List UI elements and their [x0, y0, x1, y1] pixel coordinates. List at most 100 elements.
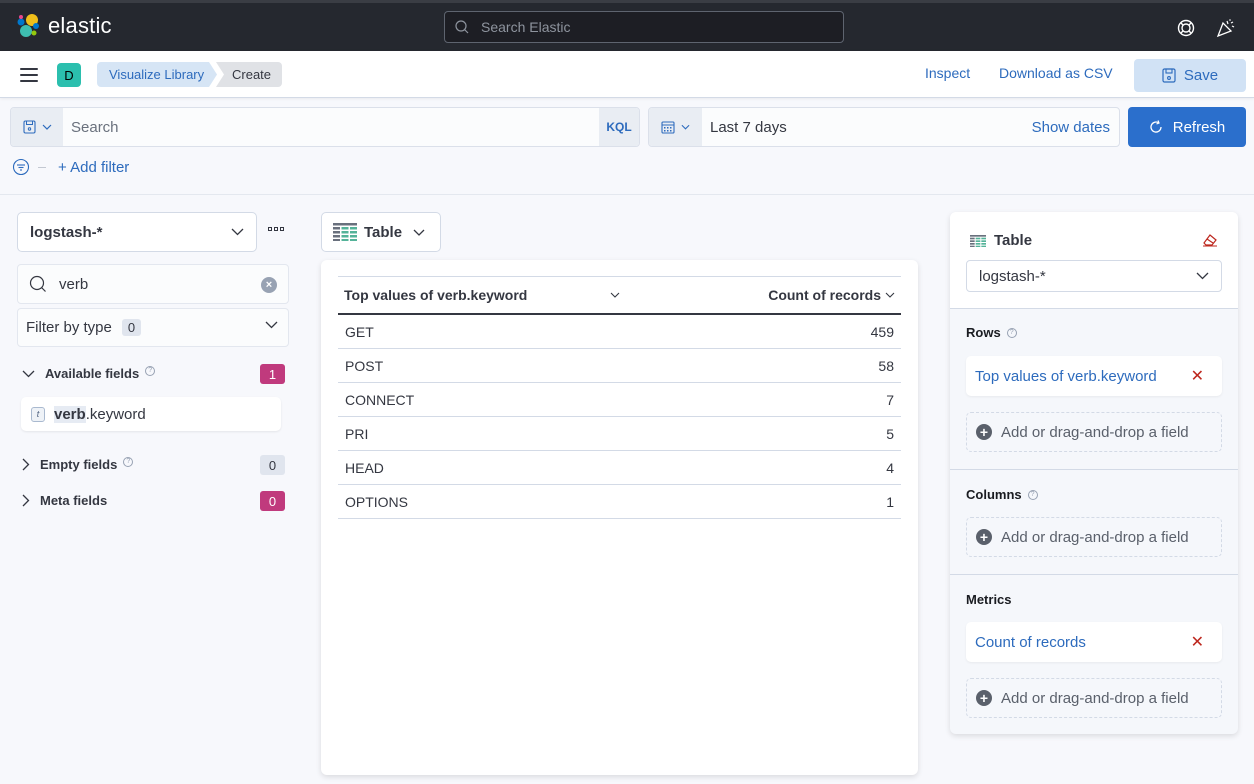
empty-fields-count: 0: [260, 455, 285, 475]
meta-fields-count: 0: [260, 491, 285, 511]
layer-title: Table: [970, 232, 1032, 249]
column-header-label: Count of records: [768, 287, 881, 303]
field-item-verb-keyword[interactable]: t verb .keyword: [21, 397, 281, 431]
space-avatar[interactable]: D: [57, 63, 81, 87]
metrics-dimension-button[interactable]: Count of records ✕: [966, 622, 1222, 662]
columns-section: Columns? + Add or drag-and-drop a field: [950, 470, 1238, 575]
chevron-right-icon: [22, 458, 30, 471]
filter-by-type-button[interactable]: Filter by type 0: [17, 308, 289, 347]
index-pattern-select[interactable]: logstash-*: [17, 212, 257, 252]
rows-dimension-label: Top values of verb.keyword: [975, 367, 1157, 385]
more-options-button[interactable]: [268, 227, 284, 231]
table-row: CONNECT 7: [338, 383, 901, 417]
chevron-down-icon[interactable]: [885, 292, 895, 298]
date-picker: Last 7 days Show dates: [648, 107, 1120, 147]
query-language-button[interactable]: KQL: [599, 108, 639, 146]
cell-verb: HEAD: [345, 459, 384, 476]
chevron-down-icon: [42, 124, 51, 130]
help-lifebuoy-icon[interactable]: [1176, 18, 1196, 38]
visualization-type-switcher[interactable]: Table: [321, 212, 441, 252]
cell-count: 1: [886, 493, 894, 510]
metrics-label: Metrics: [966, 592, 1012, 607]
table-header: Top values of verb.keyword Count of reco…: [338, 277, 901, 315]
vis-type-label: Table: [364, 223, 403, 241]
elastic-logo[interactable]: elastic: [16, 13, 112, 39]
layer-config-panel: Table logstash-* Rows? Top values of ver…: [950, 212, 1238, 734]
layer-title-label: Table: [994, 232, 1033, 249]
field-search-input[interactable]: [59, 275, 249, 293]
saved-query-menu-button[interactable]: [11, 108, 63, 146]
column-header-label: Top values of verb.keyword: [344, 287, 528, 303]
save-icon: [1162, 68, 1176, 83]
app-header: D Visualize Library Create Inspect Downl…: [0, 51, 1254, 98]
available-fields-count: 1: [260, 364, 285, 384]
cell-count: 5: [886, 425, 894, 442]
chevron-down-icon: [681, 124, 690, 130]
search-icon: [455, 20, 469, 34]
cell-count: 7: [886, 391, 894, 408]
field-search[interactable]: ×: [17, 264, 289, 304]
global-header: elastic: [0, 0, 1254, 51]
remove-dimension-icon[interactable]: ✕: [1191, 632, 1204, 652]
metrics-add-field-button[interactable]: + Add or drag-and-drop a field: [966, 678, 1222, 718]
search-icon: [29, 275, 46, 292]
add-filter-button[interactable]: + Add filter: [58, 159, 129, 176]
newsfeed-party-icon[interactable]: [1216, 18, 1236, 38]
add-field-label: Add or drag-and-drop a field: [1001, 423, 1189, 441]
columns-label: Columns?: [966, 487, 1038, 503]
help-icon: ?: [145, 365, 156, 376]
rows-dimension-button[interactable]: Top values of verb.keyword ✕: [966, 356, 1222, 396]
breadcrumb-visualize-library[interactable]: Visualize Library: [97, 62, 217, 87]
layer-index-pattern-select[interactable]: logstash-*: [966, 260, 1222, 292]
filter-menu-icon[interactable]: [12, 158, 30, 176]
query-input[interactable]: [63, 108, 599, 146]
refresh-button[interactable]: Refresh: [1128, 107, 1246, 147]
save-button[interactable]: Save: [1134, 59, 1246, 92]
add-field-label: Add or drag-and-drop a field: [1001, 528, 1189, 546]
column-header-top-values[interactable]: Top values of verb.keyword: [338, 287, 620, 303]
save-label: Save: [1183, 67, 1219, 84]
show-dates-button[interactable]: Show dates: [1032, 108, 1119, 146]
plus-circle-icon: +: [976, 690, 992, 706]
metrics-section: Metrics Count of records ✕ + Add or drag…: [950, 575, 1238, 734]
date-range-text[interactable]: Last 7 days: [702, 108, 1032, 146]
empty-fields-accordion[interactable]: Empty fields ?: [22, 456, 134, 472]
chevron-down-icon: [231, 228, 244, 236]
cell-count: 58: [878, 357, 894, 374]
data-table: Top values of verb.keyword Count of reco…: [338, 276, 901, 519]
string-type-icon: t: [31, 406, 45, 422]
table-row: GET 459: [338, 315, 901, 349]
meta-fields-accordion[interactable]: Meta fields: [22, 493, 107, 508]
available-fields-accordion[interactable]: Available fields ?: [22, 365, 156, 381]
inspect-button[interactable]: Inspect: [925, 65, 970, 81]
chevron-right-icon: [22, 494, 30, 507]
table-row: PRI 5: [338, 417, 901, 451]
cell-verb: POST: [345, 357, 384, 374]
rows-add-field-button[interactable]: + Add or drag-and-drop a field: [966, 412, 1222, 452]
workspace-panel: Top values of verb.keyword Count of reco…: [321, 260, 918, 775]
index-pattern-label: logstash-*: [30, 223, 103, 241]
clear-layer-eraser-icon[interactable]: [1202, 233, 1218, 247]
plus-circle-icon: +: [976, 424, 992, 440]
cell-count: 459: [870, 323, 894, 340]
field-name-rest: .keyword: [85, 405, 146, 423]
refresh-label: Refresh: [1172, 118, 1226, 136]
cell-verb: OPTIONS: [345, 493, 409, 510]
saved-query-icon: [22, 120, 36, 134]
filter-count-badge: 0: [121, 319, 142, 336]
chevron-down-icon: [265, 321, 278, 329]
remove-dimension-icon[interactable]: ✕: [1191, 366, 1204, 386]
field-name-highlight: verb: [54, 405, 86, 423]
table-row: POST 58: [338, 349, 901, 383]
global-search[interactable]: [444, 11, 844, 43]
global-search-input[interactable]: [481, 19, 821, 35]
column-header-count[interactable]: Count of records: [620, 287, 901, 303]
meta-fields-label: Meta fields: [40, 493, 108, 508]
download-csv-button[interactable]: Download as CSV: [999, 65, 1113, 81]
cell-verb: GET: [345, 323, 374, 340]
columns-add-field-button[interactable]: + Add or drag-and-drop a field: [966, 517, 1222, 557]
clear-search-icon[interactable]: ×: [261, 277, 277, 293]
chevron-down-icon[interactable]: [610, 292, 620, 298]
quick-date-menu-button[interactable]: [649, 108, 702, 146]
menu-toggle-button[interactable]: [20, 68, 38, 82]
